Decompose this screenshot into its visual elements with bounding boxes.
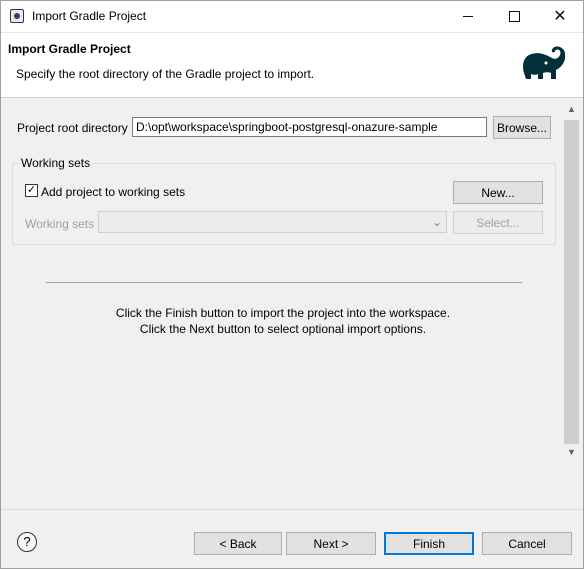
scroll-thumb[interactable] bbox=[564, 120, 579, 444]
back-button[interactable]: < Back bbox=[194, 532, 282, 555]
title-bar: Import Gradle Project ✕ bbox=[1, 1, 583, 33]
working-sets-select[interactable]: ⌄ bbox=[98, 211, 447, 233]
eclipse-app-icon bbox=[10, 9, 24, 23]
browse-button[interactable]: Browse... bbox=[493, 116, 551, 139]
separator-line bbox=[46, 282, 522, 283]
maximize-button[interactable] bbox=[491, 1, 537, 32]
scroll-down-icon[interactable]: ▼ bbox=[563, 443, 580, 460]
project-root-input[interactable] bbox=[132, 117, 487, 137]
close-icon: ✕ bbox=[553, 7, 567, 25]
add-to-working-sets-checkbox[interactable]: ✓ bbox=[25, 184, 38, 197]
close-button[interactable]: ✕ bbox=[537, 1, 583, 32]
next-button[interactable]: Next > bbox=[286, 532, 376, 555]
scroll-up-icon[interactable]: ▲ bbox=[563, 100, 580, 117]
vertical-scrollbar[interactable]: ▲ ▼ bbox=[563, 98, 583, 464]
page-title: Import Gradle Project bbox=[8, 42, 131, 56]
import-gradle-dialog: Import Gradle Project ✕ Import Gradle Pr… bbox=[0, 0, 584, 569]
working-sets-label: Working sets bbox=[25, 217, 95, 231]
next-info-text: Click the Next button to select optional… bbox=[139, 322, 427, 336]
project-root-label: Project root directory bbox=[17, 121, 128, 135]
working-sets-group-title: Working sets bbox=[19, 156, 93, 170]
finish-button[interactable]: Finish bbox=[384, 532, 474, 555]
maximize-icon bbox=[508, 11, 520, 22]
gradle-elephant-icon bbox=[523, 46, 566, 79]
minimize-icon bbox=[463, 16, 473, 17]
help-icon[interactable]: ? bbox=[17, 532, 37, 552]
finish-info-text: Click the Finish button to import the pr… bbox=[115, 306, 451, 320]
cancel-button[interactable]: Cancel bbox=[482, 532, 572, 555]
new-working-set-button[interactable]: New... bbox=[453, 181, 543, 204]
main-content: Project root directory Browse... Working… bbox=[1, 98, 583, 508]
minimize-button[interactable] bbox=[445, 1, 491, 32]
add-to-working-sets-label[interactable]: Add project to working sets bbox=[41, 185, 185, 199]
page-description: Specify the root directory of the Gradle… bbox=[16, 67, 315, 81]
select-working-sets-button[interactable]: Select... bbox=[453, 211, 543, 234]
header-banner: Import Gradle Project Specify the root d… bbox=[1, 33, 583, 98]
chevron-down-icon: ⌄ bbox=[431, 215, 442, 229]
footer-separator bbox=[1, 509, 583, 510]
window-title: Import Gradle Project bbox=[32, 9, 147, 23]
